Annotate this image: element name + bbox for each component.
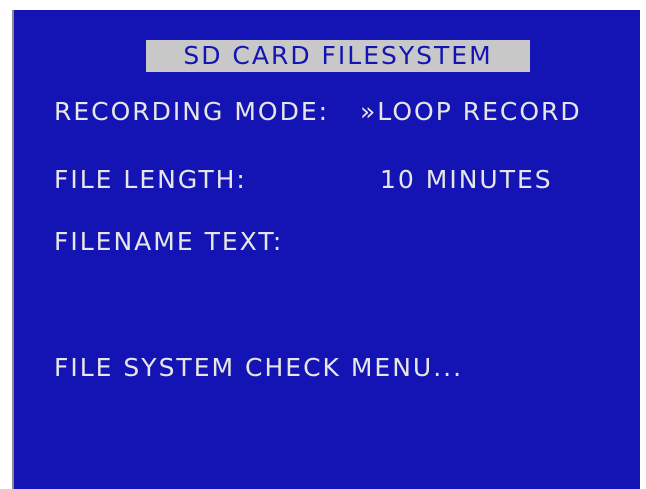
recording-mode-row[interactable]: RECORDING MODE: »LOOP RECORD: [54, 96, 614, 128]
file-length-row[interactable]: FILE LENGTH: 10 MINUTES: [54, 164, 614, 196]
file-length-label: FILE LENGTH:: [54, 165, 247, 194]
recording-mode-value[interactable]: »LOOP RECORD: [360, 96, 582, 128]
menu-title: SD CARD FILESYSTEM: [146, 40, 530, 72]
file-system-check-label: FILE SYSTEM CHECK MENU...: [54, 353, 464, 382]
filename-text-label: FILENAME TEXT:: [54, 227, 284, 256]
file-length-value[interactable]: 10 MINUTES: [380, 164, 553, 196]
recording-mode-label: RECORDING MODE:: [54, 97, 330, 126]
filename-text-row[interactable]: FILENAME TEXT:: [54, 226, 614, 258]
file-system-check-menu-item[interactable]: FILE SYSTEM CHECK MENU...: [54, 352, 614, 384]
osd-screen: SD CARD FILESYSTEM RECORDING MODE: »LOOP…: [12, 10, 640, 489]
